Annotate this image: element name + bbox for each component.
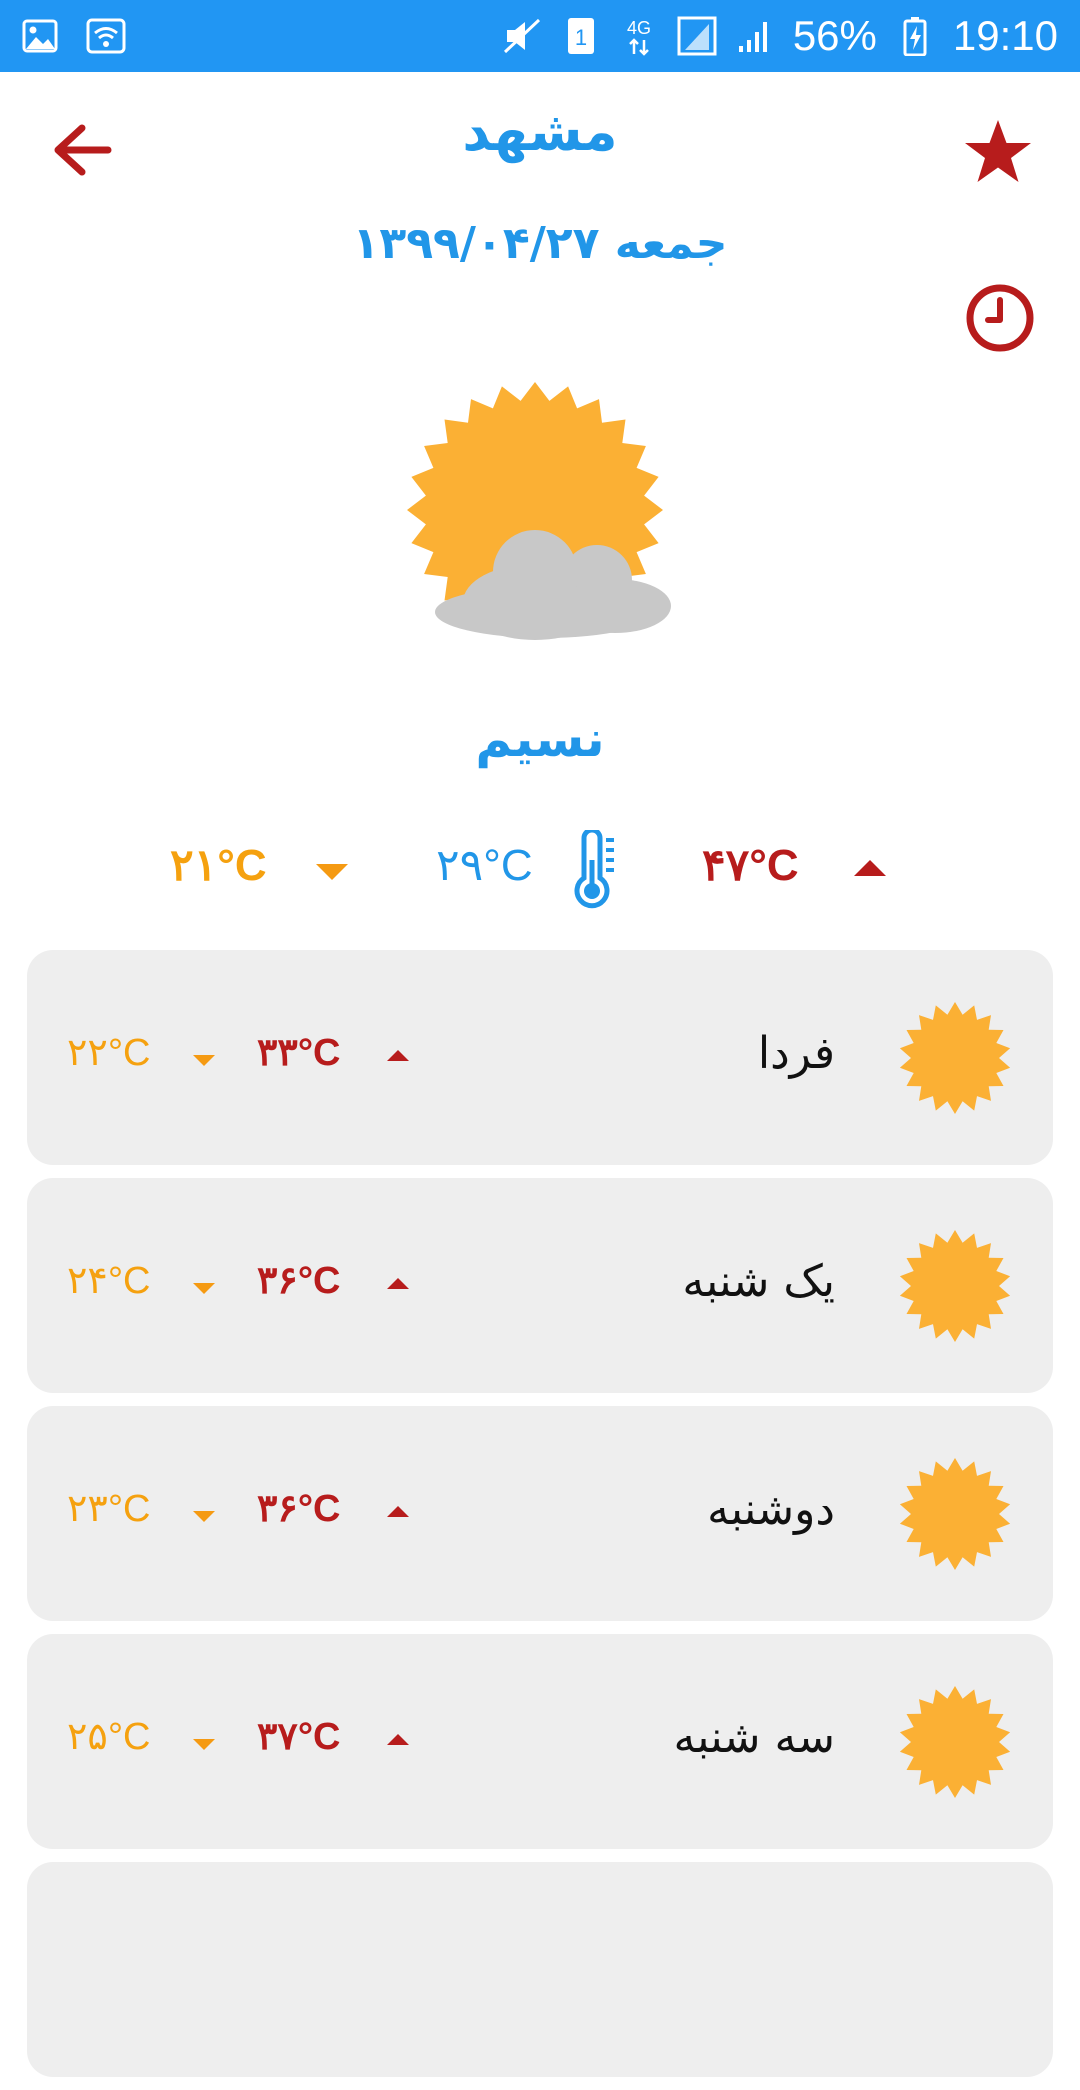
max-temperature: ۴۷°C bbox=[702, 841, 799, 890]
sun-icon bbox=[899, 1686, 1011, 1798]
day-min-temperature: ۲۳°C bbox=[67, 1488, 151, 1530]
status-bar: 1 4G 56% 19:10 bbox=[0, 0, 1080, 72]
sim-number: 1 bbox=[575, 25, 587, 50]
mute-vibrate-icon bbox=[503, 16, 543, 56]
day-min-temperature: ۲۵°C bbox=[67, 1716, 151, 1758]
min-temperature: ۲۱°C bbox=[170, 841, 267, 890]
clock-icon bbox=[966, 284, 1034, 352]
max-arrow-icon bbox=[854, 860, 886, 876]
forecast-day-card[interactable] bbox=[27, 1862, 1053, 2077]
min-arrow-icon bbox=[193, 1739, 215, 1750]
forecast-list: فردا ۳۳°C ۲۲°C یک شنبه ۳۶°C ۲۴°C دوشنبه … bbox=[27, 950, 1053, 2090]
date-label: جمعه ۱۳۹۹/۰۴/۲۷ bbox=[352, 218, 728, 269]
day-name: فردا bbox=[757, 1028, 835, 1079]
min-arrow-icon bbox=[193, 1055, 215, 1066]
network-type: 4G bbox=[627, 18, 651, 38]
thermometer-icon bbox=[574, 830, 614, 909]
signal-icon bbox=[735, 16, 775, 56]
day-min-temperature: ۲۲°C bbox=[67, 1032, 151, 1074]
forecast-day-card[interactable]: فردا ۳۳°C ۲۲°C bbox=[27, 950, 1053, 1165]
max-arrow-icon bbox=[387, 1278, 409, 1289]
day-min-temperature: ۲۴°C bbox=[67, 1260, 151, 1302]
current-temperature: ۲۹°C bbox=[436, 841, 533, 890]
signal-icon bbox=[677, 16, 717, 56]
min-arrow-icon bbox=[316, 864, 348, 880]
day-name: دوشنبه bbox=[707, 1484, 835, 1535]
weather-condition: نسیم bbox=[475, 710, 605, 768]
min-arrow-icon bbox=[193, 1283, 215, 1294]
history-button[interactable] bbox=[960, 278, 1040, 358]
wifi-icon bbox=[86, 16, 126, 56]
battery-charging-icon bbox=[895, 16, 935, 56]
sun-icon bbox=[899, 1230, 1011, 1342]
sim-icon: 1 bbox=[561, 16, 601, 56]
max-arrow-icon bbox=[387, 1734, 409, 1745]
forecast-day-card[interactable]: سه شنبه ۳۷°C ۲۵°C bbox=[27, 1634, 1053, 1849]
clock-time: 19:10 bbox=[952, 12, 1058, 59]
star-icon bbox=[965, 120, 1031, 182]
partly-cloudy-icon bbox=[385, 380, 695, 660]
day-name: سه شنبه bbox=[673, 1712, 835, 1763]
day-name: یک شنبه bbox=[682, 1256, 835, 1307]
sun-icon bbox=[899, 1458, 1011, 1570]
day-max-temperature: ۳۶°C bbox=[257, 1488, 341, 1530]
image-icon bbox=[20, 16, 60, 56]
current-temperatures: ۲۱°C ۲۹°C ۴۷°C bbox=[0, 830, 1080, 910]
day-max-temperature: ۳۷°C bbox=[257, 1716, 341, 1758]
city-name: مشهد bbox=[462, 100, 618, 163]
forecast-day-card[interactable]: یک شنبه ۳۶°C ۲۴°C bbox=[27, 1178, 1053, 1393]
forecast-day-card[interactable]: دوشنبه ۳۶°C ۲۳°C bbox=[27, 1406, 1053, 1621]
sun-icon bbox=[899, 1002, 1011, 1114]
network-icon: 4G bbox=[619, 16, 659, 56]
day-max-temperature: ۳۳°C bbox=[257, 1032, 341, 1074]
min-arrow-icon bbox=[193, 1511, 215, 1522]
favorite-button[interactable] bbox=[958, 112, 1038, 192]
max-arrow-icon bbox=[387, 1050, 409, 1061]
day-max-temperature: ۳۶°C bbox=[257, 1260, 341, 1302]
battery-percentage: 56% bbox=[792, 12, 877, 59]
max-arrow-icon bbox=[387, 1506, 409, 1517]
